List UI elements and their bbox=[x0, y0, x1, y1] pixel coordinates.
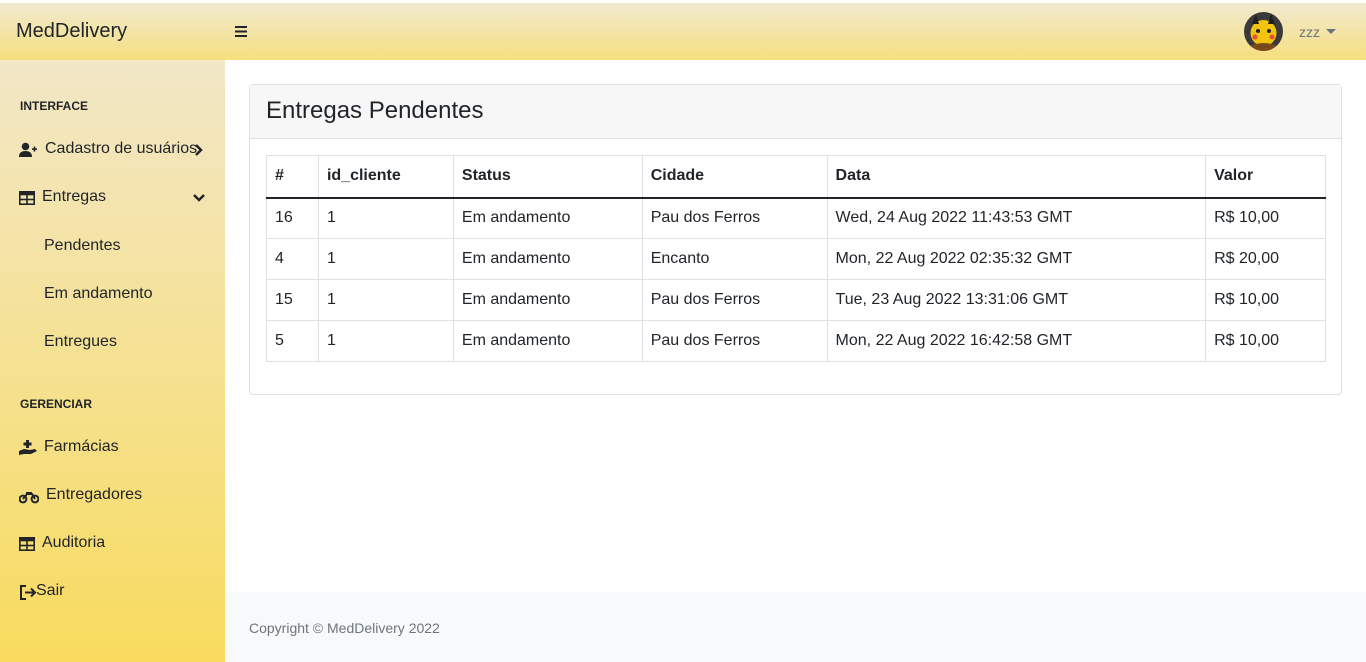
table-row: 4 1 Em andamento Encanto Mon, 22 Aug 202… bbox=[266, 238, 1326, 280]
sidebar-heading-gerenciar: GERENCIAR bbox=[20, 397, 93, 411]
sidebar-item-label: Sair bbox=[36, 582, 65, 599]
table-cell: R$ 10,00 bbox=[1205, 279, 1326, 321]
table-cell: Tue, 23 Aug 2022 13:31:06 GMT bbox=[826, 279, 1207, 321]
chevron-right-icon bbox=[195, 144, 203, 156]
sidebar-item-entregas[interactable]: Entregas bbox=[0, 183, 225, 213]
hand-holding-medical-icon bbox=[19, 440, 37, 455]
column-header: Data bbox=[826, 155, 1207, 199]
table-row: 5 1 Em andamento Pau dos Ferros Mon, 22 … bbox=[266, 320, 1326, 362]
table-cell: R$ 20,00 bbox=[1205, 238, 1326, 280]
table-cell: Em andamento bbox=[452, 197, 643, 239]
column-header: # bbox=[266, 155, 319, 199]
brand-title[interactable]: MedDelivery bbox=[0, 20, 225, 43]
card-title: Entregas Pendentes bbox=[250, 85, 1341, 139]
main-content: Entregas Pendentes # id_cliente Status C… bbox=[225, 60, 1366, 592]
table-icon bbox=[19, 537, 35, 551]
table-cell: 5 bbox=[266, 320, 319, 362]
entregas-table: # id_cliente Status Cidade Data Valor 16… bbox=[266, 155, 1326, 362]
table-row: 16 1 Em andamento Pau dos Ferros Wed, 24… bbox=[266, 197, 1326, 239]
sidebar-item-cadastro-usuarios[interactable]: Cadastro de usuários bbox=[0, 135, 225, 165]
sidebar-toggle-button[interactable] bbox=[229, 20, 253, 44]
table-cell: Mon, 22 Aug 2022 16:42:58 GMT bbox=[826, 320, 1207, 362]
table-cell: 1 bbox=[317, 238, 454, 280]
footer: Copyright © MedDelivery 2022 bbox=[225, 592, 1366, 662]
column-header: Valor bbox=[1205, 155, 1326, 199]
sidebar: INTERFACE Cadastro de usuários Entregas … bbox=[0, 60, 225, 662]
caret-down-icon bbox=[1326, 29, 1336, 34]
sidebar-subitem-em-andamento[interactable]: Em andamento bbox=[44, 285, 153, 303]
table-cell: Pau dos Ferros bbox=[641, 279, 828, 321]
table-cell: 4 bbox=[266, 238, 319, 280]
table-cell: R$ 10,00 bbox=[1205, 197, 1326, 239]
copyright-text: Copyright © MedDelivery 2022 bbox=[249, 620, 440, 636]
avatar bbox=[1244, 12, 1283, 51]
table-cell: Em andamento bbox=[452, 279, 643, 321]
sidebar-heading-interface: INTERFACE bbox=[20, 99, 89, 113]
sidebar-item-label: Entregadores bbox=[46, 486, 143, 503]
entregas-card: Entregas Pendentes # id_cliente Status C… bbox=[249, 84, 1342, 395]
sidebar-item-entregadores[interactable]: Entregadores bbox=[0, 481, 225, 511]
motorcycle-icon bbox=[19, 492, 39, 504]
sidebar-subitem-pendentes[interactable]: Pendentes bbox=[44, 237, 121, 255]
table-cell: R$ 10,00 bbox=[1205, 320, 1326, 362]
user-plus-icon bbox=[19, 142, 37, 157]
sidebar-item-sair[interactable]: Sair bbox=[0, 577, 225, 607]
user-menu-dropdown[interactable]: zzz bbox=[1244, 12, 1336, 51]
table-cell: Em andamento bbox=[452, 238, 643, 280]
column-header: Cidade bbox=[641, 155, 828, 199]
sign-out-icon bbox=[20, 585, 37, 600]
sidebar-item-label: Auditoria bbox=[42, 534, 106, 551]
table-cell: Wed, 24 Aug 2022 11:43:53 GMT bbox=[826, 197, 1207, 239]
sidebar-item-label: Cadastro de usuários bbox=[45, 140, 198, 157]
table-header-row: # id_cliente Status Cidade Data Valor bbox=[266, 155, 1326, 199]
username: zzz bbox=[1299, 23, 1320, 40]
sidebar-item-label: Farmácias bbox=[44, 438, 119, 455]
table-cell: Pau dos Ferros bbox=[641, 320, 828, 362]
table-cell: 1 bbox=[317, 279, 454, 321]
table-row: 15 1 Em andamento Pau dos Ferros Tue, 23… bbox=[266, 279, 1326, 321]
table-cell: 1 bbox=[317, 197, 454, 239]
table-cell: 15 bbox=[266, 279, 319, 321]
column-header: Status bbox=[452, 155, 643, 199]
table-cell: 16 bbox=[266, 197, 319, 239]
top-navbar: MedDelivery zzz bbox=[0, 3, 1366, 60]
sidebar-subitem-entregues[interactable]: Entregues bbox=[44, 333, 117, 351]
table-cell: Pau dos Ferros bbox=[641, 197, 828, 239]
table-cell: Mon, 22 Aug 2022 02:35:32 GMT bbox=[826, 238, 1207, 280]
sidebar-item-farmacias[interactable]: Farmácias bbox=[0, 433, 225, 463]
column-header: id_cliente bbox=[317, 155, 454, 199]
table-cell: Encanto bbox=[641, 238, 828, 280]
table-icon bbox=[19, 191, 35, 205]
table-cell: 1 bbox=[317, 320, 454, 362]
sidebar-item-label: Entregas bbox=[42, 188, 107, 205]
sidebar-item-auditoria[interactable]: Auditoria bbox=[0, 529, 225, 559]
table-cell: Em andamento bbox=[452, 320, 643, 362]
chevron-down-icon bbox=[193, 194, 205, 202]
hamburger-icon bbox=[235, 26, 247, 37]
